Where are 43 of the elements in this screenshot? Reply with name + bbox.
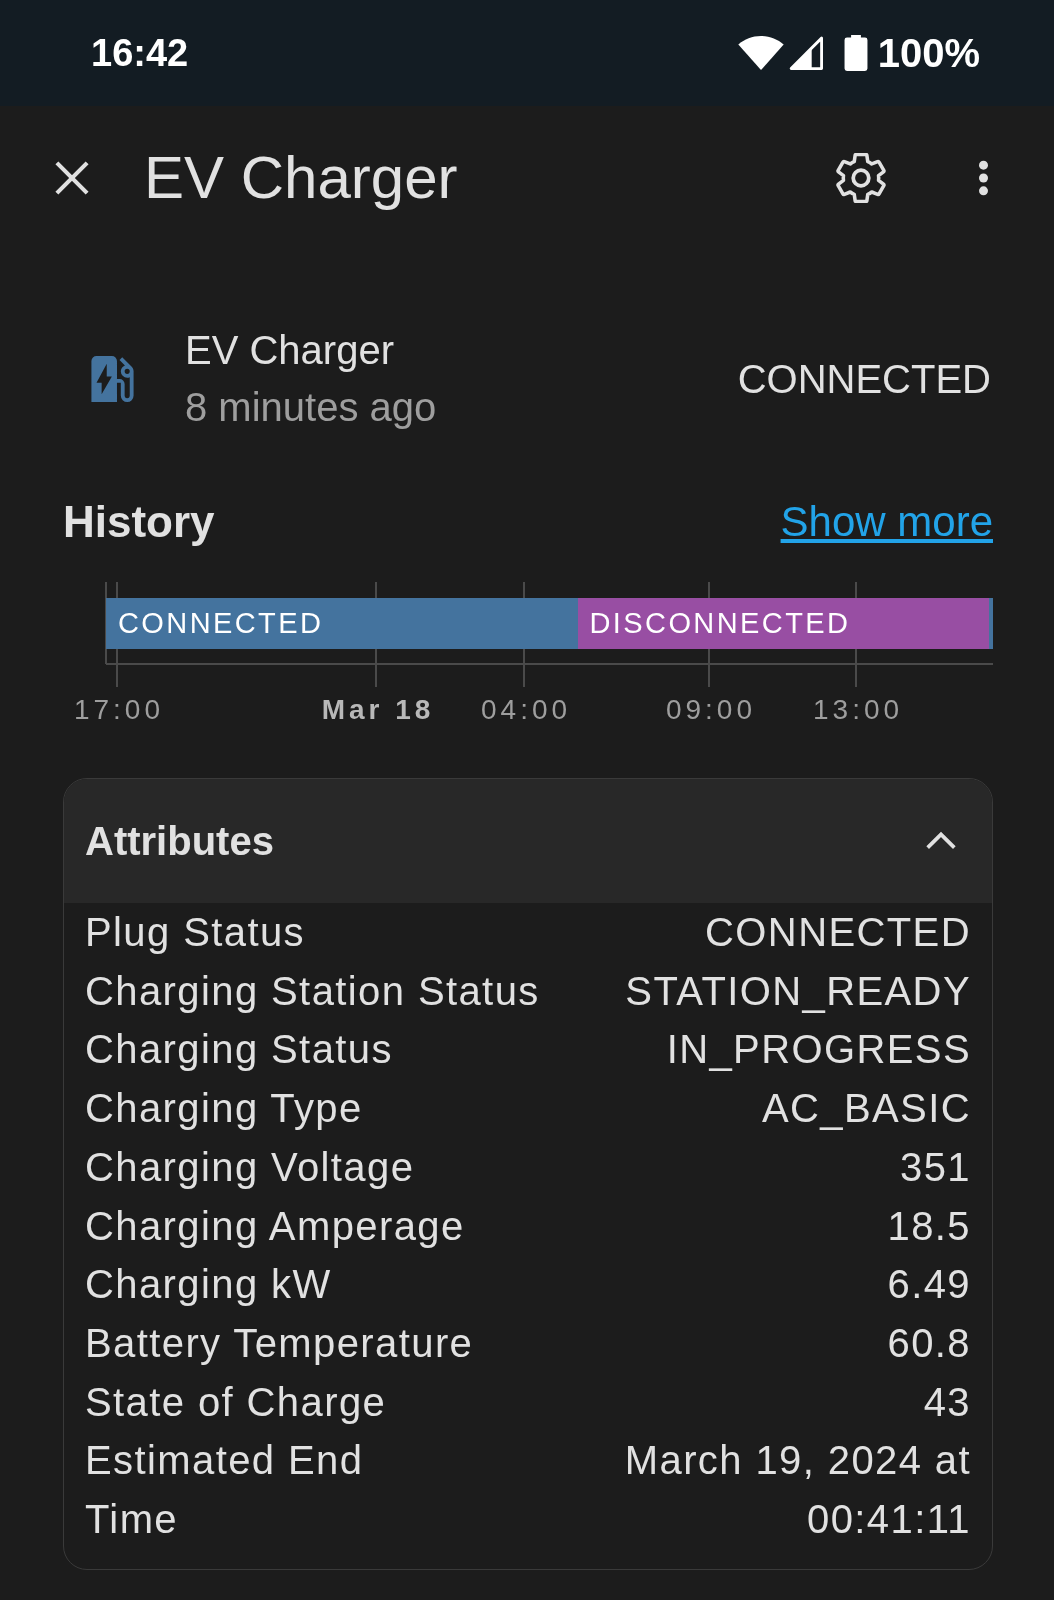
attribute-value: 60.8 [887, 1319, 971, 1367]
entity-state: CONNECTED [737, 356, 991, 403]
page-title: EV Charger [144, 143, 458, 213]
attribute-value: 43 [923, 1378, 971, 1426]
segment-label: CONNECTED [118, 606, 324, 641]
attribute-label: Estimated End Time [85, 1437, 365, 1544]
attribute-label: State of Charge [85, 1378, 387, 1426]
axis-label: 17:00 [73, 693, 164, 727]
battery-percentage: 100% [877, 30, 980, 76]
three-dots-icon [977, 160, 989, 196]
charging-station-icon [91, 356, 134, 402]
attributes-header[interactable]: Attributes [64, 779, 992, 903]
gear-icon [836, 153, 886, 203]
last-changed-text: 8 minutes ago [185, 384, 437, 431]
attribute-value: 6.49 [887, 1261, 971, 1309]
attribute-label: Charging Station Status [85, 967, 540, 1015]
show-more-link[interactable]: Show more [780, 496, 993, 548]
attribute-label: Plug Status [85, 909, 305, 956]
axis-label: 04:00 [481, 693, 572, 727]
attribute-label: Charging kW [85, 1261, 332, 1309]
attribute-label: Battery Temperature [85, 1319, 474, 1367]
signal-icon [787, 36, 824, 70]
attribute-label: Charging Status [85, 1026, 393, 1074]
segment-label: DISCONNECTED [589, 606, 851, 641]
attribute-value: STATION_READY [625, 967, 971, 1015]
attribute-value: AC_BASIC [761, 1085, 971, 1133]
attribute-label: Charging Voltage [85, 1143, 415, 1191]
battery-icon [843, 35, 868, 71]
close-icon [55, 161, 89, 195]
wifi-icon [737, 36, 784, 70]
attribute-value: IN_PROGRESS [666, 1026, 971, 1074]
axis-label: 09:00 [665, 693, 756, 727]
axis-label: Mar 18 [321, 693, 435, 727]
attribute-value: March 19, 2024 at 00:41:11 [623, 1437, 971, 1544]
entity-name: EV Charger [185, 327, 395, 374]
attribute-label: Charging Type [85, 1085, 363, 1133]
attribute-value: 351 [900, 1143, 971, 1191]
status-time: 16:42 [91, 31, 189, 76]
attribute-label: Charging Amperage [85, 1202, 465, 1250]
axis-label: 13:00 [813, 693, 904, 727]
attribute-value: 18.5 [887, 1202, 971, 1250]
attribute-value: CONNECTED [705, 909, 971, 956]
history-heading: History [63, 496, 215, 548]
